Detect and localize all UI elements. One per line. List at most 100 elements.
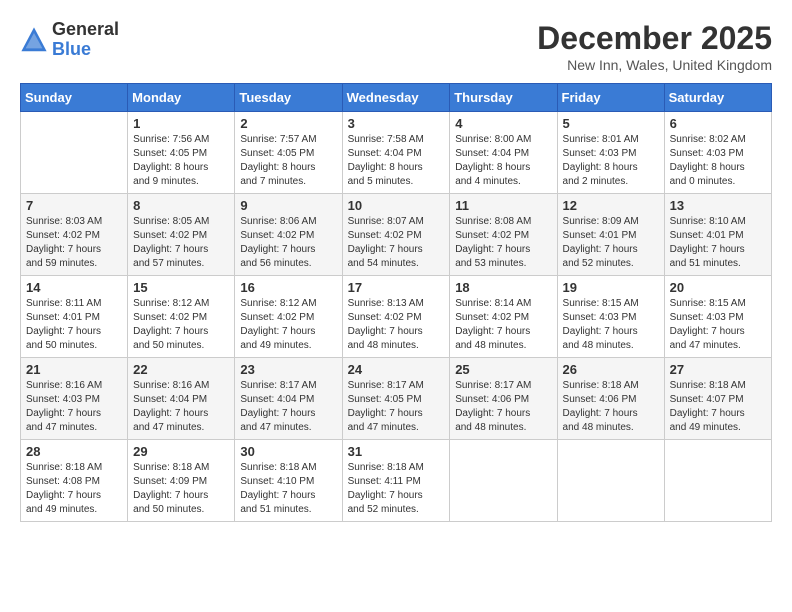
day-cell: 18 Sunrise: 8:14 AM Sunset: 4:02 PM Dayli… — [450, 276, 557, 358]
day-cell: 22 Sunrise: 8:16 AM Sunset: 4:04 PM Dayli… — [128, 358, 235, 440]
day-cell — [21, 112, 128, 194]
day-detail: Sunrise: 7:57 AM Sunset: 4:05 PM Dayligh… — [240, 133, 336, 189]
day-cell: 26Sunrise: 8:18 AM Sunset: 4:06 PM Dayli… — [557, 358, 664, 440]
day-cell: 10 Sunrise: 8:07 AM Sunset: 4:02 PM Dayli… — [342, 194, 450, 276]
day-detail: Sunrise: 8:10 AM Sunset: 4:01 PM Dayligh… — [670, 215, 766, 271]
day-cell: 6Sunrise: 8:02 AM Sunset: 4:03 PM Daylig… — [664, 112, 771, 194]
day-cell: 28 Sunrise: 8:18 AM Sunset: 4:08 PM Dayli… — [21, 440, 128, 522]
day-cell: 2 Sunrise: 7:57 AM Sunset: 4:05 PM Daylig… — [235, 112, 342, 194]
logo-icon — [20, 26, 48, 54]
day-number: 14 — [26, 280, 122, 295]
location-title: New Inn, Wales, United Kingdom — [537, 57, 772, 73]
day-detail: Sunrise: 8:16 AM Sunset: 4:04 PM Dayligh… — [133, 379, 229, 435]
day-cell: 27Sunrise: 8:18 AM Sunset: 4:07 PM Dayli… — [664, 358, 771, 440]
day-cell: 12 Sunrise: 8:09 AM Sunset: 4:01 PM Dayli… — [557, 194, 664, 276]
weekday-header-monday: Monday — [128, 84, 235, 112]
day-number: 12 — [563, 198, 659, 213]
weekday-header-wednesday: Wednesday — [342, 84, 450, 112]
calendar: SundayMondayTuesdayWednesdayThursdayFrid… — [20, 83, 772, 522]
day-detail: Sunrise: 8:12 AM Sunset: 4:02 PM Dayligh… — [240, 297, 336, 353]
week-row-4: 21 Sunrise: 8:16 AM Sunset: 4:03 PM Dayli… — [21, 358, 772, 440]
day-number: 1 — [133, 116, 229, 131]
day-cell: 31 Sunrise: 8:18 AM Sunset: 4:11 PM Dayli… — [342, 440, 450, 522]
day-number: 10 — [348, 198, 445, 213]
day-number: 29 — [133, 444, 229, 459]
weekday-header-friday: Friday — [557, 84, 664, 112]
day-detail: Sunrise: 7:58 AM Sunset: 4:04 PM Dayligh… — [348, 133, 445, 189]
day-cell: 13Sunrise: 8:10 AM Sunset: 4:01 PM Dayli… — [664, 194, 771, 276]
day-number: 17 — [348, 280, 445, 295]
day-detail: Sunrise: 8:18 AM Sunset: 4:09 PM Dayligh… — [133, 461, 229, 517]
day-number: 21 — [26, 362, 122, 377]
week-row-5: 28 Sunrise: 8:18 AM Sunset: 4:08 PM Dayli… — [21, 440, 772, 522]
weekday-header-sunday: Sunday — [21, 84, 128, 112]
day-cell: 23 Sunrise: 8:17 AM Sunset: 4:04 PM Dayli… — [235, 358, 342, 440]
day-detail: Sunrise: 8:15 AM Sunset: 4:03 PM Dayligh… — [563, 297, 659, 353]
day-cell: 20 Sunrise: 8:15 AM Sunset: 4:03 PM Dayli… — [664, 276, 771, 358]
day-number: 4 — [455, 116, 551, 131]
day-cell: 7 Sunrise: 8:03 AM Sunset: 4:02 PM Daylig… — [21, 194, 128, 276]
weekday-header-saturday: Saturday — [664, 84, 771, 112]
day-cell: 1Sunrise: 7:56 AM Sunset: 4:05 PM Daylig… — [128, 112, 235, 194]
day-number: 9 — [240, 198, 336, 213]
day-detail: Sunrise: 8:02 AM Sunset: 4:03 PM Dayligh… — [670, 133, 766, 189]
day-cell — [450, 440, 557, 522]
day-number: 27 — [670, 362, 766, 377]
weekday-header-tuesday: Tuesday — [235, 84, 342, 112]
day-cell: 16 Sunrise: 8:12 AM Sunset: 4:02 PM Dayli… — [235, 276, 342, 358]
day-detail: Sunrise: 8:03 AM Sunset: 4:02 PM Dayligh… — [26, 215, 122, 271]
day-detail: Sunrise: 8:18 AM Sunset: 4:08 PM Dayligh… — [26, 461, 122, 517]
day-cell: 8 Sunrise: 8:05 AM Sunset: 4:02 PM Daylig… — [128, 194, 235, 276]
day-cell: 29 Sunrise: 8:18 AM Sunset: 4:09 PM Dayli… — [128, 440, 235, 522]
day-cell: 9 Sunrise: 8:06 AM Sunset: 4:02 PM Daylig… — [235, 194, 342, 276]
day-number: 8 — [133, 198, 229, 213]
month-title: December 2025 — [537, 20, 772, 57]
day-detail: Sunrise: 8:14 AM Sunset: 4:02 PM Dayligh… — [455, 297, 551, 353]
day-number: 26 — [563, 362, 659, 377]
day-detail: Sunrise: 8:09 AM Sunset: 4:01 PM Dayligh… — [563, 215, 659, 271]
day-number: 22 — [133, 362, 229, 377]
day-number: 28 — [26, 444, 122, 459]
day-cell — [664, 440, 771, 522]
day-detail: Sunrise: 8:17 AM Sunset: 4:06 PM Dayligh… — [455, 379, 551, 435]
day-cell: 21 Sunrise: 8:16 AM Sunset: 4:03 PM Dayli… — [21, 358, 128, 440]
day-detail: Sunrise: 8:05 AM Sunset: 4:02 PM Dayligh… — [133, 215, 229, 271]
logo-general: General — [52, 19, 119, 39]
day-number: 20 — [670, 280, 766, 295]
day-detail: Sunrise: 8:15 AM Sunset: 4:03 PM Dayligh… — [670, 297, 766, 353]
day-detail: Sunrise: 8:17 AM Sunset: 4:04 PM Dayligh… — [240, 379, 336, 435]
day-cell: 11Sunrise: 8:08 AM Sunset: 4:02 PM Dayli… — [450, 194, 557, 276]
day-number: 2 — [240, 116, 336, 131]
logo: General Blue — [20, 20, 119, 60]
day-detail: Sunrise: 8:11 AM Sunset: 4:01 PM Dayligh… — [26, 297, 122, 353]
day-cell: 19 Sunrise: 8:15 AM Sunset: 4:03 PM Dayli… — [557, 276, 664, 358]
day-number: 19 — [563, 280, 659, 295]
title-area: December 2025 New Inn, Wales, United Kin… — [537, 20, 772, 73]
day-number: 7 — [26, 198, 122, 213]
day-cell: 14 Sunrise: 8:11 AM Sunset: 4:01 PM Dayli… — [21, 276, 128, 358]
day-number: 30 — [240, 444, 336, 459]
day-number: 16 — [240, 280, 336, 295]
day-number: 18 — [455, 280, 551, 295]
day-cell: 17Sunrise: 8:13 AM Sunset: 4:02 PM Dayli… — [342, 276, 450, 358]
week-row-2: 7 Sunrise: 8:03 AM Sunset: 4:02 PM Daylig… — [21, 194, 772, 276]
day-cell: 3Sunrise: 7:58 AM Sunset: 4:04 PM Daylig… — [342, 112, 450, 194]
day-detail: Sunrise: 8:16 AM Sunset: 4:03 PM Dayligh… — [26, 379, 122, 435]
day-number: 25 — [455, 362, 551, 377]
day-number: 23 — [240, 362, 336, 377]
day-cell: 5Sunrise: 8:01 AM Sunset: 4:03 PM Daylig… — [557, 112, 664, 194]
day-detail: Sunrise: 8:12 AM Sunset: 4:02 PM Dayligh… — [133, 297, 229, 353]
day-cell: 15Sunrise: 8:12 AM Sunset: 4:02 PM Dayli… — [128, 276, 235, 358]
day-detail: Sunrise: 8:07 AM Sunset: 4:02 PM Dayligh… — [348, 215, 445, 271]
day-detail: Sunrise: 8:00 AM Sunset: 4:04 PM Dayligh… — [455, 133, 551, 189]
logo-text: General Blue — [52, 20, 119, 60]
day-number: 31 — [348, 444, 445, 459]
weekday-header-thursday: Thursday — [450, 84, 557, 112]
day-detail: Sunrise: 8:18 AM Sunset: 4:11 PM Dayligh… — [348, 461, 445, 517]
day-cell: 25 Sunrise: 8:17 AM Sunset: 4:06 PM Dayli… — [450, 358, 557, 440]
day-detail: Sunrise: 8:17 AM Sunset: 4:05 PM Dayligh… — [348, 379, 445, 435]
day-number: 11 — [455, 198, 551, 213]
day-detail: Sunrise: 8:06 AM Sunset: 4:02 PM Dayligh… — [240, 215, 336, 271]
day-cell: 30Sunrise: 8:18 AM Sunset: 4:10 PM Dayli… — [235, 440, 342, 522]
day-number: 5 — [563, 116, 659, 131]
